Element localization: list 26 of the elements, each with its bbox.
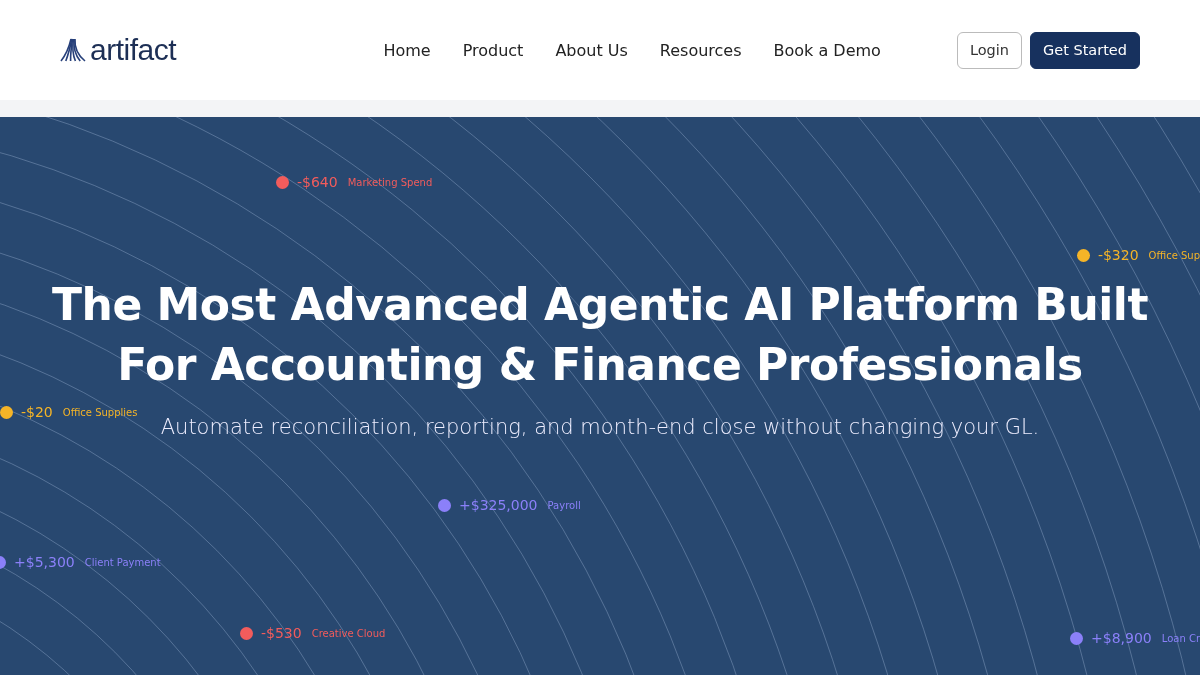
transaction-amount: +$8,900 (1091, 630, 1152, 646)
transaction-label: Office Sup (1148, 249, 1200, 261)
logo-icon (60, 38, 86, 62)
nav-link[interactable]: Product (462, 40, 524, 60)
transaction-amount: -$530 (261, 625, 302, 641)
transaction-amount: +$325,000 (459, 497, 538, 513)
transaction-amount: +$5,300 (14, 554, 75, 570)
transaction-amount: -$320 (1097, 247, 1139, 263)
transaction-label: Office Supplies (62, 406, 138, 418)
nav-link[interactable]: About Us (555, 40, 628, 60)
logo[interactable]: artifact (60, 33, 177, 67)
hero-subtitle: Automate reconciliation, reporting, and month-end close without changing your GL. (160, 415, 1040, 439)
nav-link[interactable]: Book a Demo (773, 40, 881, 60)
transaction-label: Loan Cr (1161, 632, 1200, 644)
logo-wordmark: artifact (90, 33, 177, 67)
nav-link[interactable]: Resources (659, 40, 742, 60)
transaction-label: Payroll (547, 499, 581, 511)
transaction-label: Creative Cloud (311, 627, 386, 639)
transaction-label: Client Payment (84, 556, 161, 568)
nav-link[interactable]: Home (383, 40, 431, 60)
hero-title: The Most Advanced Agentic AI Platform Built For Accounting & Finance Professionals (52, 278, 1148, 392)
login-button[interactable]: Login (956, 31, 1022, 69)
get-started-button[interactable]: Get Started (1030, 31, 1140, 69)
transaction-amount: -$20 (21, 404, 53, 420)
transaction-label: Marketing Spend (347, 176, 433, 188)
transaction-amount: -$640 (297, 174, 338, 190)
